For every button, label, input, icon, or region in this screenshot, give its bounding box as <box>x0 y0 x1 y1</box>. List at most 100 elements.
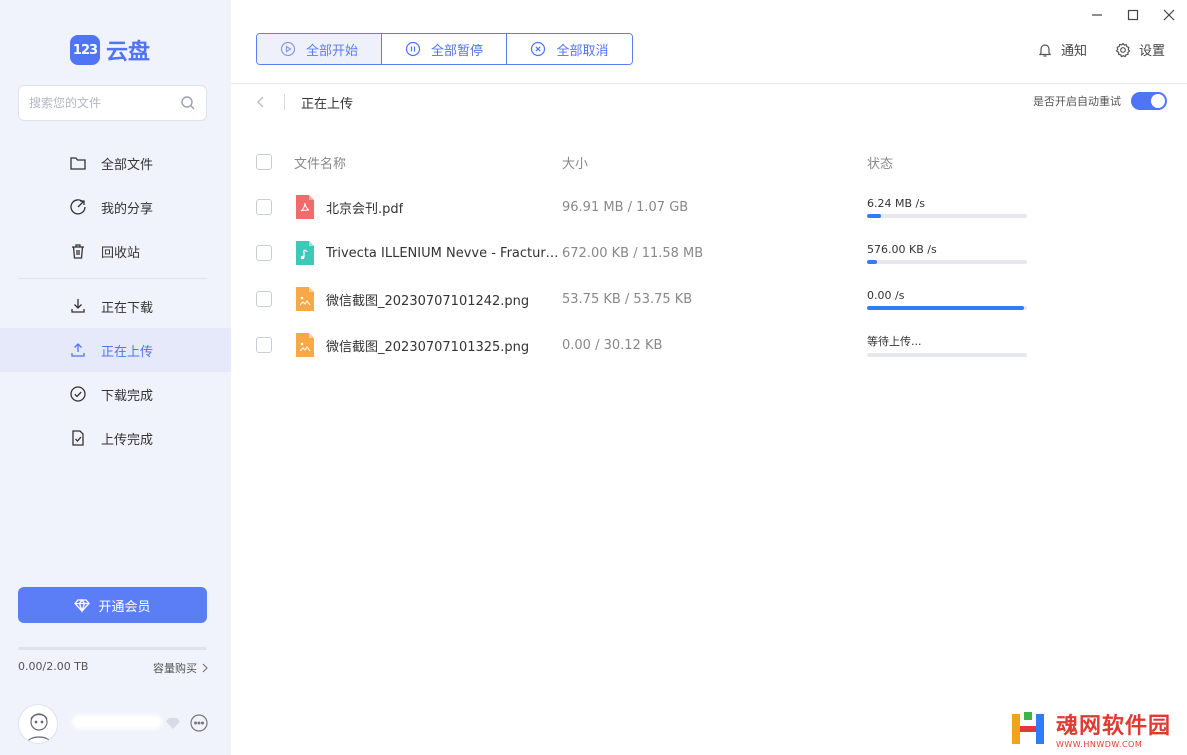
table-row[interactable]: Trivecta ILLENIUM Nevve - Fractures T...… <box>256 230 1166 276</box>
vip-label: 开通会员 <box>98 599 151 615</box>
logo-text: 云盘 <box>106 40 151 65</box>
page-title: 正在上传 <box>301 96 354 112</box>
close-icon <box>1163 9 1175 21</box>
row-name-cell: Trivecta ILLENIUM Nevve - Fractures T... <box>256 241 562 265</box>
sidebar-item-label: 回收站 <box>101 245 141 261</box>
sidebar-item-label: 我的分享 <box>101 201 154 217</box>
status-cell: 6.24 MB /s <box>867 197 1027 218</box>
table-row[interactable]: 北京会刊.pdf 96.91 MB / 1.07 GB 6.24 MB /s <box>256 184 1166 230</box>
back-arrow-icon[interactable] <box>254 95 268 109</box>
status-cell: 576.00 KB /s <box>867 243 1027 264</box>
progress-fill <box>867 259 877 264</box>
table-row[interactable]: 微信截图_20230707101325.png 0.00 / 30.12 KB … <box>256 322 1166 368</box>
sidebar: 123 云盘 全部文件 我的分享 回收站 正在下载 正在上传 <box>0 0 231 755</box>
watermark-title: 魂网软件园 <box>1055 714 1171 739</box>
status-cell: 0.00 /s <box>867 289 1027 310</box>
sidebar-item-my-share[interactable]: 我的分享 <box>0 185 231 229</box>
row-checkbox[interactable] <box>256 245 272 261</box>
image-file-icon <box>296 287 314 311</box>
transfer-toolbar: 全部开始 全部暂停 全部取消 <box>256 33 633 65</box>
upload-speed: 0.00 /s <box>867 288 905 302</box>
start-all-button[interactable]: 全部开始 <box>257 34 382 64</box>
notify-label: 通知 <box>1060 44 1087 59</box>
gear-icon <box>1115 42 1131 57</box>
notify-button[interactable]: 通知 <box>1037 40 1087 59</box>
sidebar-item-label: 全部文件 <box>101 157 154 173</box>
share-icon <box>70 199 86 215</box>
sidebar-item-label: 正在下载 <box>101 300 154 316</box>
breadcrumb: 正在上传 <box>254 92 353 112</box>
file-name: 微信截图_20230707101242.png <box>326 293 530 309</box>
sidebar-item-downloading[interactable]: 正在下载 <box>0 284 231 328</box>
auto-retry-label: 是否开启自动重试 <box>1033 95 1121 108</box>
toggle-knob <box>1151 94 1165 108</box>
watermark: 魂网软件园 WWW.HNWDW.COM <box>1010 708 1171 749</box>
diamond-icon <box>74 598 91 613</box>
upload-icon <box>71 343 85 357</box>
file-check-icon <box>72 430 84 446</box>
row-checkbox[interactable] <box>256 337 272 353</box>
sidebar-item-label: 上传完成 <box>101 432 154 448</box>
progress-bar <box>867 305 1027 310</box>
progress-bar <box>867 259 1027 264</box>
play-circle-icon <box>280 41 296 57</box>
app-logo[interactable]: 123 云盘 <box>70 34 150 66</box>
file-name: Trivecta ILLENIUM Nevve - Fractures T... <box>326 245 562 261</box>
row-checkbox[interactable] <box>256 199 272 215</box>
sidebar-item-download-complete[interactable]: 下载完成 <box>0 372 231 416</box>
sidebar-item-recycle-bin[interactable]: 回收站 <box>0 229 231 273</box>
file-size: 0.00 / 30.12 KB <box>562 337 663 353</box>
row-checkbox[interactable] <box>256 291 272 307</box>
username-redacted <box>72 715 162 729</box>
open-vip-button[interactable]: 开通会员 <box>18 587 207 623</box>
table-row[interactable]: 微信截图_20230707101242.png 53.75 KB / 53.75… <box>256 276 1166 322</box>
cancel-circle-icon <box>531 41 546 57</box>
sidebar-item-all-files[interactable]: 全部文件 <box>0 141 231 185</box>
storage-buy-link[interactable]: 容量购买 <box>153 660 209 676</box>
nav-main: 全部文件 我的分享 回收站 <box>0 141 231 273</box>
auto-retry-toggle[interactable] <box>1131 92 1167 110</box>
main-panel: 全部开始 全部暂停 全部取消 通知 设置 正在上传 是否开启自动重试 文件名称 … <box>231 0 1187 755</box>
sidebar-item-uploading[interactable]: 正在上传 <box>0 328 231 372</box>
cancel-all-label: 全部取消 <box>556 43 609 59</box>
sidebar-item-label: 正在上传 <box>101 344 154 360</box>
download-icon <box>71 299 85 313</box>
file-size: 672.00 KB / 11.58 MB <box>562 245 704 261</box>
header-divider <box>231 83 1187 84</box>
search-input[interactable] <box>29 96 180 110</box>
search-box <box>18 85 207 121</box>
row-name-cell: 微信截图_20230707101325.png <box>256 333 562 357</box>
header-name: 文件名称 <box>294 156 347 172</box>
row-name-cell: 北京会刊.pdf <box>256 195 562 219</box>
minimize-button[interactable] <box>1079 3 1115 27</box>
watermark-url: WWW.HNWDW.COM <box>1055 740 1143 749</box>
status-cell: 等待上传... <box>867 333 1027 357</box>
search-icon[interactable] <box>180 95 196 111</box>
pause-circle-icon <box>405 41 421 57</box>
folder-icon <box>70 157 86 170</box>
nav-transfers: 正在下载 正在上传 下载完成 上传完成 <box>0 284 231 460</box>
table-header: 文件名称 大小 状态 <box>256 140 1166 184</box>
watermark-logo-icon <box>1011 711 1044 744</box>
pause-all-button[interactable]: 全部暂停 <box>382 34 507 64</box>
watermark-text: 魂网软件园 WWW.HNWDW.COM <box>1056 708 1171 749</box>
progress-fill <box>867 213 882 218</box>
header-status: 状态 <box>867 156 894 172</box>
progress-bar <box>867 353 1027 357</box>
upload-table: 文件名称 大小 状态 北京会刊.pdf 96.91 MB / 1.07 GB 6… <box>256 140 1166 368</box>
sidebar-item-upload-complete[interactable]: 上传完成 <box>0 416 231 460</box>
close-button[interactable] <box>1151 3 1187 27</box>
more-icon[interactable] <box>190 714 208 732</box>
settings-button[interactable]: 设置 <box>1115 40 1165 59</box>
row-name-cell: 微信截图_20230707101242.png <box>256 287 562 311</box>
maximize-button[interactable] <box>1115 3 1151 27</box>
select-all-checkbox[interactable] <box>256 154 272 170</box>
avatar[interactable] <box>18 704 58 744</box>
progress-bar <box>867 213 1027 218</box>
member-diamond-icon <box>166 718 180 729</box>
storage-used: 0.00/2.00 TB <box>18 660 89 673</box>
chevron-right-icon <box>202 663 208 673</box>
minimize-icon <box>1092 14 1102 16</box>
file-size: 96.91 MB / 1.07 GB <box>562 199 689 215</box>
cancel-all-button[interactable]: 全部取消 <box>507 34 632 64</box>
